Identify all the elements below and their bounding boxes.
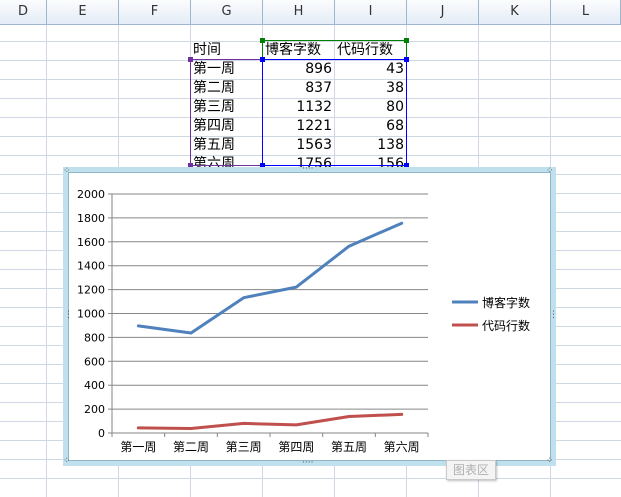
chart-resize-handle-top[interactable]: ····: [302, 165, 313, 174]
column-header-f[interactable]: F: [119, 0, 191, 24]
chart-resize-handle-bottom-left[interactable]: ⁘: [63, 457, 71, 466]
chart-resize-handle-bottom[interactable]: ····: [302, 459, 313, 468]
line-chart: 0 200 400 600 800 1000 1200 1400 1600 1800 2000 第一周…: [77, 188, 530, 454]
chart-resize-handle-right[interactable]: ⋮: [549, 311, 558, 320]
y-tick-label: 1400: [77, 260, 105, 273]
chart-area-tooltip: 图表区: [446, 460, 496, 480]
column-header-d[interactable]: D: [0, 0, 47, 24]
series-line: [136, 412, 404, 430]
values-range-highlight: [262, 59, 407, 166]
range-resize-handle[interactable]: [404, 57, 409, 62]
column-header-k[interactable]: K: [479, 0, 551, 24]
column-header-e[interactable]: E: [47, 0, 119, 24]
y-tick-label: 2000: [77, 188, 105, 201]
chart-legend: 博客字数代码行数: [452, 295, 530, 333]
range-resize-handle[interactable]: [260, 57, 265, 62]
x-tick-label: 第五周: [331, 440, 367, 454]
y-tick-label: 1600: [77, 236, 105, 249]
chart-resize-handle-top-right[interactable]: ⁘: [546, 167, 554, 176]
spreadsheet-grid[interactable]: D E F G H I J K L 时间 博客字数 代码行数 第一周 896 4…: [0, 0, 621, 497]
chart-gridlines: [112, 193, 428, 410]
series-name-range-highlight: [262, 40, 407, 60]
y-tick-label: 800: [84, 331, 105, 344]
column-header-bar: D E F G H I J K L: [0, 0, 621, 25]
legend-label: 代码行数: [482, 318, 530, 333]
x-tick-label: 第三周: [226, 440, 262, 454]
y-tick-label: 0: [98, 427, 105, 440]
range-resize-handle[interactable]: [404, 38, 409, 43]
column-header-g[interactable]: G: [191, 0, 263, 24]
header-cell-time[interactable]: 时间: [190, 41, 262, 60]
chart-series: [136, 221, 404, 430]
column-header-l[interactable]: L: [551, 0, 621, 24]
x-tick-label: 第四周: [278, 440, 314, 454]
column-header-i[interactable]: I: [335, 0, 407, 24]
y-tick-label: 600: [84, 355, 105, 368]
series-line: [136, 221, 404, 335]
chart-resize-handle-bottom-right[interactable]: ⁘: [546, 457, 554, 466]
y-tick-label: 400: [84, 379, 105, 392]
y-tick-label: 1200: [77, 284, 105, 297]
chart-resize-handle-top-left[interactable]: ⁘: [63, 167, 71, 176]
x-tick-label: 第六周: [384, 440, 420, 454]
chart-resize-handle-left[interactable]: ⋮: [64, 311, 73, 320]
category-range-highlight: [190, 59, 263, 166]
y-tick-label: 200: [84, 403, 105, 416]
range-resize-handle[interactable]: [188, 57, 193, 62]
y-tick-label: 1800: [77, 212, 105, 225]
y-tick-label: 1000: [77, 308, 105, 321]
column-header-h[interactable]: H: [263, 0, 335, 24]
column-header-j[interactable]: J: [407, 0, 479, 24]
x-tick-label: 第一周: [120, 440, 156, 454]
x-tick-label: 第二周: [173, 440, 209, 454]
legend-label: 博客字数: [482, 295, 530, 310]
chart-area[interactable]: 0 200 400 600 800 1000 1200 1400 1600 1800 2000 第一周…: [63, 167, 556, 466]
range-resize-handle[interactable]: [260, 38, 265, 43]
